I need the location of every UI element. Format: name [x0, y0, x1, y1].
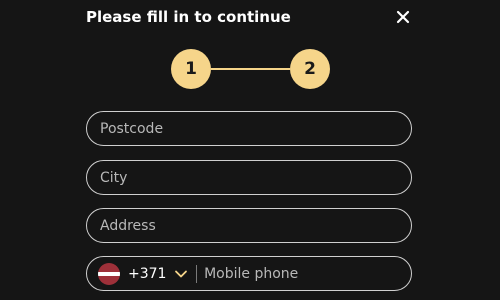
step-1-indicator: 1: [171, 49, 211, 89]
country-code-select[interactable]: +371: [98, 257, 188, 290]
close-button[interactable]: [393, 7, 413, 27]
phone-field[interactable]: +371: [86, 256, 412, 291]
latvia-flag-icon: [98, 262, 120, 285]
step-connector: [211, 68, 290, 70]
mobile-phone-input[interactable]: [204, 265, 398, 282]
step-2-indicator: 2: [290, 49, 330, 89]
city-input[interactable]: [100, 169, 398, 186]
progress-stepper: 1 2: [171, 49, 330, 89]
address-input[interactable]: [100, 217, 398, 234]
phone-divider: [196, 264, 198, 283]
city-field[interactable]: [86, 160, 412, 195]
close-icon: [396, 10, 410, 24]
postcode-input[interactable]: [100, 120, 398, 137]
chevron-down-icon: [174, 267, 188, 281]
dial-code: +371: [128, 265, 167, 282]
address-field[interactable]: [86, 208, 412, 243]
dialog-title: Please fill in to continue: [86, 8, 291, 26]
postcode-field[interactable]: [86, 111, 412, 146]
